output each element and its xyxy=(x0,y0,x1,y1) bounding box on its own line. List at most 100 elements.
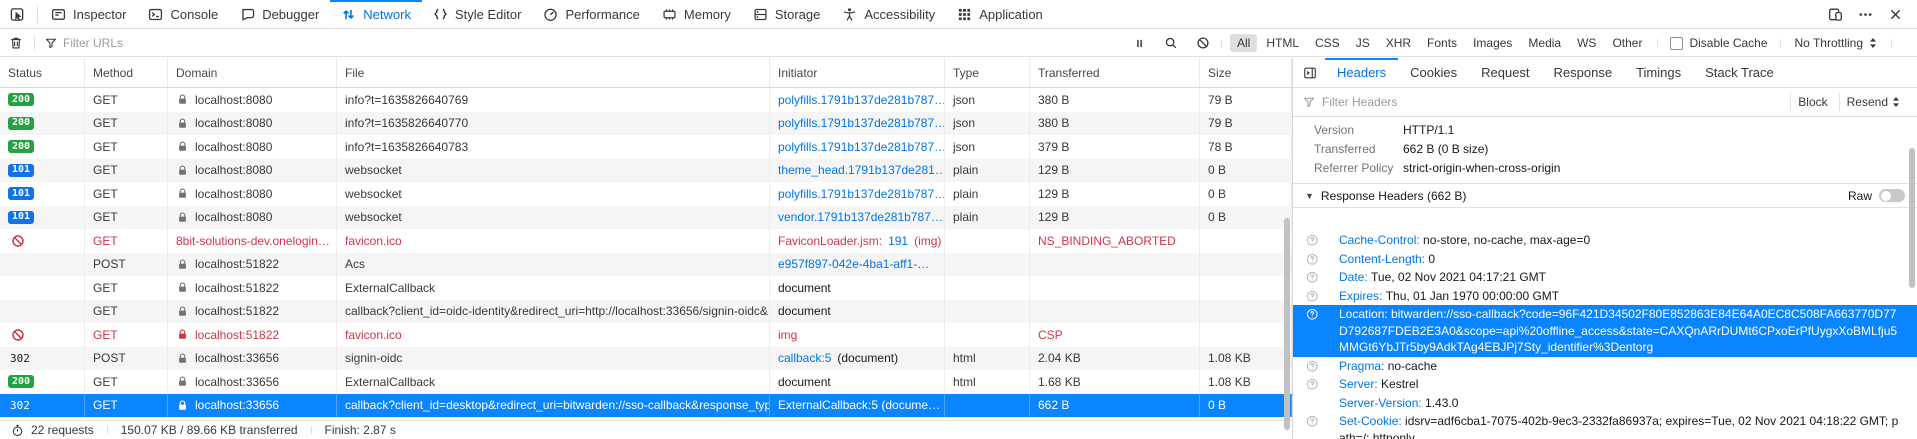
help-icon[interactable] xyxy=(1306,290,1319,303)
block-url-button[interactable]: Block xyxy=(1790,93,1834,111)
filter-chip-images[interactable]: Images xyxy=(1466,34,1519,52)
initiator-link[interactable]: polyfills.1791b137de281b787… xyxy=(778,116,945,130)
filter-chip-css[interactable]: CSS xyxy=(1308,34,1347,52)
raw-toggle[interactable] xyxy=(1879,189,1905,202)
details-tab-timings[interactable]: Timings xyxy=(1624,58,1693,87)
initiator-link[interactable]: polyfills.1791b137de281b787… xyxy=(778,93,945,107)
details-pane-toggle-button[interactable] xyxy=(1293,58,1325,87)
section-expand-arrow-icon: ▼ xyxy=(1305,191,1314,201)
help-icon[interactable] xyxy=(1306,253,1319,266)
request-row[interactable]: 302POSTlocalhost:33656signin-oidccallbac… xyxy=(0,347,1292,371)
request-row[interactable]: 200GETlocalhost:8080info?t=1635826640769… xyxy=(0,88,1292,112)
filter-chip-fonts[interactable]: Fonts xyxy=(1420,34,1464,52)
help-icon[interactable] xyxy=(1306,308,1319,321)
help-icon[interactable] xyxy=(1306,378,1319,391)
request-row[interactable]: POSTlocalhost:51822Acse957f897-042e-4ba1… xyxy=(0,253,1292,277)
disable-cache-checkbox[interactable] xyxy=(1670,37,1683,50)
column-header-domain[interactable]: Domain xyxy=(168,58,337,87)
toolbox-tab-network[interactable]: Network xyxy=(330,0,422,28)
initiator-link[interactable]: polyfills.1791b137de281b787… xyxy=(778,140,945,154)
help-icon[interactable] xyxy=(1306,415,1319,428)
header-name: Expires: xyxy=(1339,289,1382,303)
pause-traffic-button[interactable] xyxy=(1124,37,1155,50)
initiator-link[interactable]: theme_head.1791b137de281… xyxy=(778,163,945,177)
request-row[interactable]: 101GETlocalhost:8080websockettheme_head.… xyxy=(0,159,1292,183)
header-name: Server: xyxy=(1339,377,1378,391)
block-requests-button[interactable] xyxy=(1187,36,1219,50)
cell-domain: localhost:33656 xyxy=(168,394,337,418)
throttling-dropdown[interactable]: No Throttling xyxy=(1783,36,1889,50)
cell-transferred: 129 B xyxy=(1030,206,1200,230)
initiator-link[interactable]: 191 xyxy=(888,234,908,248)
details-tabs: HeadersCookiesRequestResponseTimingsStac… xyxy=(1325,58,1786,87)
filter-chip-html[interactable]: HTML xyxy=(1259,34,1306,52)
initiator-link[interactable]: polyfills.1791b137de281b787… xyxy=(778,187,945,201)
request-row[interactable]: GETlocalhost:51822ExternalCallbackdocume… xyxy=(0,276,1292,300)
cell-transferred: 380 B xyxy=(1030,88,1200,112)
initiator-link[interactable]: vendor.1791b137de281b787… xyxy=(778,210,943,224)
response-headers-section-header[interactable]: ▼ Response Headers (662 B) Raw xyxy=(1293,184,1917,208)
divider xyxy=(1221,39,1222,47)
help-icon[interactable] xyxy=(1306,271,1319,284)
initiator-link[interactable]: callback:5 xyxy=(778,351,831,365)
filter-headers-input[interactable]: Filter Headers xyxy=(1322,95,1397,109)
cell-domain: localhost:8080 xyxy=(168,182,337,206)
request-row[interactable]: 200GETlocalhost:8080info?t=1635826640783… xyxy=(0,135,1292,159)
details-scrollbar-thumb[interactable] xyxy=(1909,148,1915,288)
toolbox-tab-application[interactable]: Application xyxy=(946,0,1054,28)
column-header-transferred[interactable]: Transferred xyxy=(1030,58,1200,87)
details-tab-response[interactable]: Response xyxy=(1542,58,1625,87)
toolbox-tab-inspector[interactable]: Inspector xyxy=(40,0,137,28)
column-header-status[interactable]: Status xyxy=(0,58,85,87)
column-header-file[interactable]: File xyxy=(337,58,770,87)
column-header-initiator[interactable]: Initiator xyxy=(770,58,945,87)
help-icon[interactable] xyxy=(1306,234,1319,247)
filter-chip-xhr[interactable]: XHR xyxy=(1379,34,1418,52)
filter-chip-all[interactable]: All xyxy=(1230,34,1257,52)
filter-chip-ws[interactable]: WS xyxy=(1570,34,1603,52)
search-button[interactable] xyxy=(1155,36,1187,50)
toolbox-tab-style-editor[interactable]: Style Editor xyxy=(422,0,532,28)
details-tab-headers[interactable]: Headers xyxy=(1325,58,1398,87)
filter-chip-media[interactable]: Media xyxy=(1521,34,1568,52)
toolbox-tab-memory[interactable]: Memory xyxy=(651,0,742,28)
filter-chip-js[interactable]: JS xyxy=(1349,34,1377,52)
summary-value: strict-origin-when-cross-origin xyxy=(1403,161,1560,176)
details-tab-stack-trace[interactable]: Stack Trace xyxy=(1693,58,1786,87)
node-picker-button[interactable] xyxy=(0,0,35,28)
request-row[interactable]: GET8bit-solutions-dev.onelogin…favicon.i… xyxy=(0,229,1292,253)
close-icon[interactable] xyxy=(1888,7,1903,22)
header-name: Pragma: xyxy=(1339,359,1384,373)
column-header-type[interactable]: Type xyxy=(945,58,1030,87)
request-row[interactable]: 302GETlocalhost:33656callback?client_id=… xyxy=(0,394,1292,418)
request-list-scrollbar-thumb[interactable] xyxy=(1284,218,1290,430)
toolbox-tab-console[interactable]: Console xyxy=(137,0,229,28)
toolbox-tab-debugger[interactable]: Debugger xyxy=(229,0,330,28)
clear-requests-button[interactable] xyxy=(0,36,32,50)
request-row[interactable]: 101GETlocalhost:8080websocketpolyfills.1… xyxy=(0,182,1292,206)
responsive-design-icon[interactable] xyxy=(1828,7,1843,22)
cell-domain: localhost:33656 xyxy=(168,347,337,371)
meatballs-menu-icon[interactable] xyxy=(1858,7,1873,22)
filter-urls-input[interactable]: Filter URLs xyxy=(37,36,123,50)
request-row[interactable]: 101GETlocalhost:8080websocketvendor.1791… xyxy=(0,206,1292,230)
request-row[interactable]: 200GETlocalhost:8080info?t=1635826640770… xyxy=(0,112,1292,136)
details-tab-cookies[interactable]: Cookies xyxy=(1398,58,1469,87)
initiator-link[interactable]: e957f897-042e-4ba1-aff1-… xyxy=(778,257,929,271)
toolbox-tab-accessibility[interactable]: Accessibility xyxy=(831,0,946,28)
request-row[interactable]: GETlocalhost:51822favicon.icoimgCSP xyxy=(0,323,1292,347)
request-row[interactable]: 200GETlocalhost:33656ExternalCallbackdoc… xyxy=(0,370,1292,394)
column-header-method[interactable]: Method xyxy=(85,58,168,87)
column-header-size[interactable]: Size xyxy=(1200,58,1292,87)
resend-button[interactable]: Resend xyxy=(1839,93,1907,111)
help-icon[interactable] xyxy=(1306,360,1319,373)
filter-chip-other[interactable]: Other xyxy=(1605,34,1649,52)
transferred-label: NS_BINDING_ABORTED xyxy=(1038,234,1176,248)
details-tab-request[interactable]: Request xyxy=(1469,58,1541,87)
header-value: Kestrel xyxy=(1378,377,1419,391)
request-row[interactable]: GETlocalhost:51822callback?client_id=oid… xyxy=(0,300,1292,324)
disable-cache-control[interactable]: Disable Cache xyxy=(1660,36,1777,50)
domain-label: localhost:33656 xyxy=(195,351,279,365)
toolbox-tab-performance[interactable]: Performance xyxy=(532,0,650,28)
toolbox-tab-storage[interactable]: Storage xyxy=(742,0,832,28)
